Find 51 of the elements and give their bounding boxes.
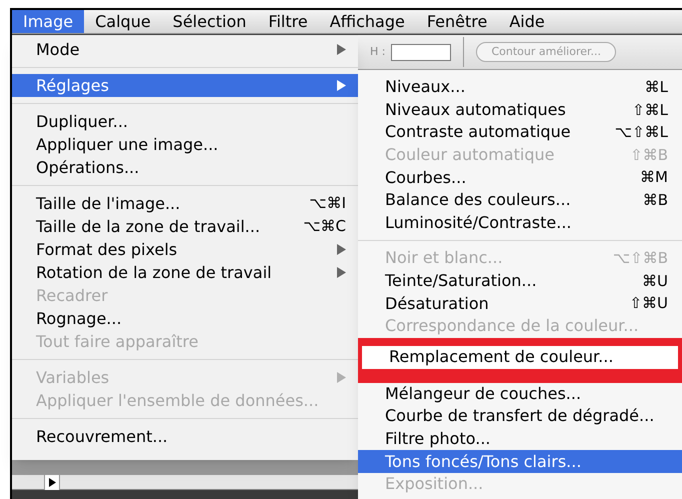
shortcut: ⌥⇧⌘L [614, 122, 668, 144]
shortcut: ⌥⇧⌘B [612, 248, 668, 270]
menu-bar-item[interactable]: Filtre [257, 10, 319, 33]
menu-item[interactable]: Remplacement de couleur... [358, 338, 682, 383]
menu-bar-item[interactable]: Affichage [318, 10, 416, 33]
menu-item[interactable]: Dupliquer... [12, 110, 358, 133]
shortcut: ⌘L [644, 77, 668, 98]
shortcut: ⇧⌘B [630, 144, 668, 166]
submenu-arrow-icon [337, 80, 346, 91]
menu-item[interactable]: Opérations... [12, 156, 358, 179]
menu-item[interactable]: Luminosité/Contraste... [358, 212, 682, 234]
menu-item[interactable]: Désaturation ⇧⌘U [358, 292, 682, 315]
menu-item[interactable]: Contraste automatique ⌥⇧⌘L [358, 121, 682, 144]
field-label: H : [370, 44, 386, 60]
menu-bar-item[interactable]: Fenêtre [416, 10, 498, 33]
triangle-icon [48, 478, 56, 487]
menu-item[interactable]: Teinte/Saturation... ⌘U [358, 270, 682, 292]
shortcut: ⌘U [642, 270, 668, 292]
menu-item[interactable]: Niveaux... ⌘L [358, 76, 682, 99]
menu-item[interactable]: Mélangeur de couches... [358, 382, 682, 406]
menu-item[interactable]: Taille de l'image... ⌥⌘I [12, 192, 358, 215]
menu-item[interactable]: Appliquer une image... [12, 133, 358, 156]
submenu-arrow-icon [337, 244, 346, 255]
submenu-arrow-icon [337, 372, 346, 383]
menu-bar-item[interactable]: Image [12, 10, 84, 33]
menu-item[interactable]: Tons foncés/Tons clairs... [358, 450, 682, 473]
shortcut: ⇧⌘L [632, 100, 668, 121]
menu-item[interactable]: Format des pixels [12, 238, 358, 261]
shortcut: ⌘M [640, 167, 668, 188]
shortcut: ⇧⌘U [629, 293, 668, 314]
menu-bar-item[interactable]: Sélection [162, 10, 258, 33]
menu-item[interactable]: Recouvrement... [12, 425, 358, 448]
shortcut: ⌥⌘I [309, 193, 346, 214]
submenu-arrow-icon [337, 267, 346, 278]
shortcut: ⌥⌘C [303, 216, 346, 238]
menu-item[interactable]: Rognage... [12, 307, 358, 330]
shortcut: ⌘B [642, 190, 668, 212]
menu-item[interactable]: Niveaux automatiques ⇧⌘L [358, 98, 682, 122]
menu-item[interactable]: Taille de la zone de travail... ⌥⌘C [12, 215, 358, 238]
menu-item[interactable]: Mode [12, 38, 358, 61]
input-field[interactable] [391, 44, 452, 60]
menu-item[interactable]: Balance des couleurs... ⌘B [358, 188, 682, 212]
submenu-arrow-icon [337, 44, 346, 55]
menu-bar-item[interactable]: Calque [84, 10, 162, 33]
menu-item[interactable]: Filtre photo... [358, 428, 682, 450]
menu-item[interactable]: Courbe de transfert de dégradé... [358, 405, 682, 428]
menu-item[interactable]: Courbes... ⌘M [358, 166, 682, 189]
menu-item[interactable]: Rotation de la zone de travail [12, 261, 358, 284]
menu-bar-item[interactable]: Aide [498, 10, 556, 33]
menu-item[interactable]: Réglages [12, 74, 358, 97]
play-button[interactable] [44, 475, 60, 490]
